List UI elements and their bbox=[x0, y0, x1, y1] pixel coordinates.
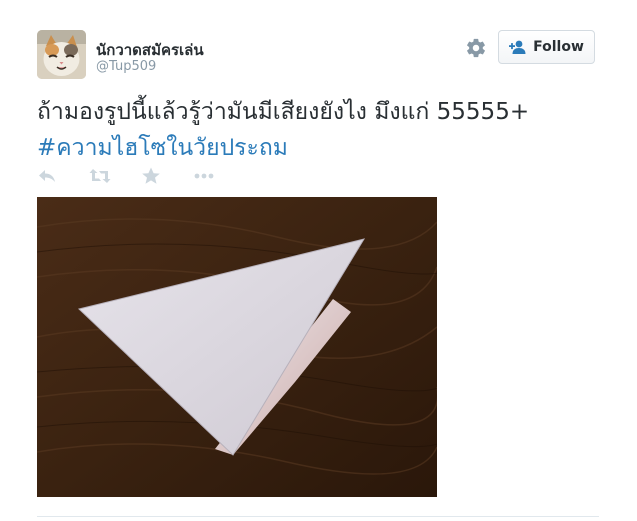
tweet-photo[interactable] bbox=[37, 197, 437, 497]
add-user-icon bbox=[509, 40, 526, 54]
retweet-icon[interactable] bbox=[89, 166, 111, 188]
tweet-body: ถ้ามองรูปนี้แล้วรู้ว่ามันมีเสียงยังไง มึ… bbox=[37, 99, 530, 125]
reply-icon[interactable] bbox=[37, 166, 59, 188]
user-handle[interactable]: @Tup509 bbox=[96, 59, 156, 74]
hashtag-link[interactable]: #ความไฮโซในวัยประถม bbox=[37, 130, 627, 166]
paper-triangle-image bbox=[37, 197, 437, 497]
star-icon[interactable] bbox=[141, 166, 163, 188]
follow-label: Follow bbox=[533, 39, 584, 55]
gear-icon[interactable] bbox=[465, 37, 487, 59]
follow-button[interactable]: Follow bbox=[498, 30, 595, 64]
tweet-card: นักวาดสมัครเล่น @Tup509 Follow ถ้ามองรูป… bbox=[0, 0, 637, 521]
tweet-text: ถ้ามองรูปนี้แล้วรู้ว่ามันมีเสียงยังไง มึ… bbox=[37, 94, 627, 166]
more-icon[interactable] bbox=[193, 166, 215, 188]
cat-avatar-image bbox=[37, 30, 86, 79]
divider bbox=[37, 516, 599, 517]
avatar[interactable] bbox=[37, 30, 86, 79]
